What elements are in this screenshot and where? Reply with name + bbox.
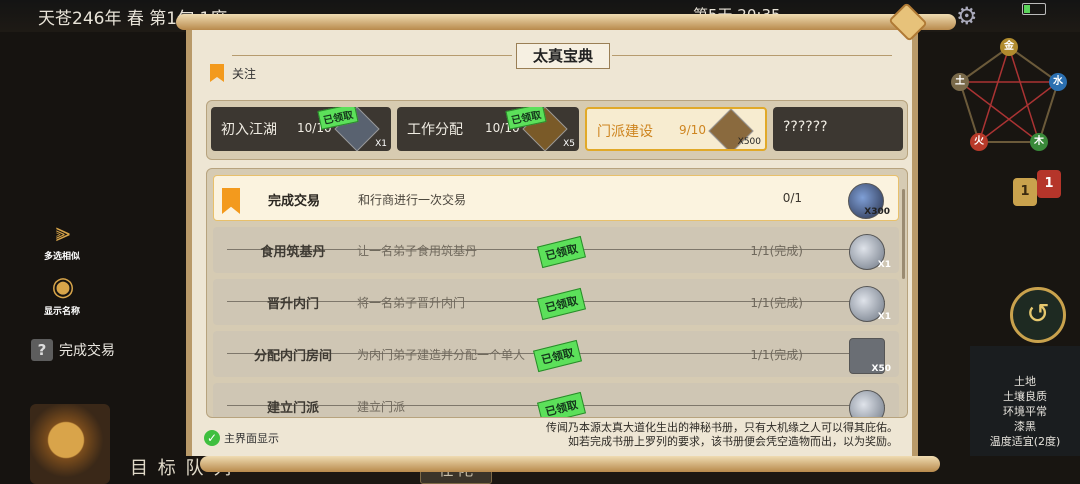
terrain-line: 环境平常 xyxy=(1003,405,1047,418)
show-on-main-toggle[interactable]: ✓ 主界面显示 xyxy=(204,430,279,446)
terrain-line: 土壤良质 xyxy=(1003,390,1047,403)
category-tabs: 初入江湖 10/10 已领取 X1 工作分配 10/10 已领取 X5 门派建设… xyxy=(206,100,908,160)
tab-reward-qty: X5 xyxy=(563,139,575,149)
quest-desc: 建立门派 xyxy=(357,400,406,414)
follow-toggle[interactable]: 关注 xyxy=(210,64,256,82)
tab-locked[interactable]: ?????? xyxy=(773,107,903,151)
quest-desc: 为内门弟子建造并分配一个单人 xyxy=(357,348,526,362)
title-divider-right xyxy=(612,55,892,56)
reward-orb-icon xyxy=(849,390,885,417)
quest-progress: 1/1(完成) xyxy=(750,348,803,362)
gourd-icon[interactable] xyxy=(30,404,110,484)
list-scrollbar[interactable] xyxy=(902,189,905,279)
element-wood: 木 xyxy=(1030,133,1048,151)
bookmark-icon xyxy=(210,64,224,82)
claimed-stamp: 已领取 xyxy=(533,339,582,373)
quest-progress: 1/1(完成) xyxy=(750,296,803,310)
quest-row[interactable]: 建立门派 建立门派 已领取 xyxy=(213,383,899,417)
claimed-stamp: 已领取 xyxy=(537,287,586,321)
description-line: 如若完成书册上罗列的要求，该书册便会凭空造物而出，以为奖励。 xyxy=(568,435,898,448)
quest-progress: 1/1(完成) xyxy=(750,244,803,258)
multi-select-label: 多选相似 xyxy=(43,252,80,262)
element-metal: 金 xyxy=(1000,38,1018,56)
quest-desc: 让一名弟子食用筑基丹 xyxy=(357,244,478,258)
reward-qty: X1 xyxy=(877,260,891,270)
tab-reward-qty: X500 xyxy=(737,137,761,147)
quest-name: 分配内门房间 xyxy=(253,349,332,364)
tab-chu-ru-jiang-hu[interactable]: 初入江湖 10/10 已领取 X1 xyxy=(211,107,391,151)
quest-row[interactable]: 分配内门房间 为内门弟子建造并分配一个单人 已领取 1/1(完成) X50 xyxy=(213,331,899,377)
tab-reward-qty: X1 xyxy=(375,139,387,149)
tab-label: ?????? xyxy=(783,119,828,135)
current-quest-label: 完成交易 xyxy=(59,343,115,359)
quest-row[interactable]: 晋升内门 将一名弟子晋升内门 已领取 1/1(完成) X1 xyxy=(213,279,899,325)
quest-book-panel: 太真宝典 关注 初入江湖 10/10 已领取 X1 工作分配 10/10 已领取… xyxy=(186,22,918,456)
quest-row[interactable]: 食用筑基丹 让一名弟子食用筑基丹 已领取 1/1(完成) X1 xyxy=(213,227,899,273)
claimed-stamp: 已领取 xyxy=(537,391,586,417)
bookmark-icon[interactable] xyxy=(222,188,240,214)
tab-count: 9/10 xyxy=(679,123,706,137)
quest-name: 完成交易 xyxy=(267,194,320,209)
gold-badge[interactable]: 1 xyxy=(1013,178,1037,206)
element-water: 水 xyxy=(1049,73,1067,91)
quest-desc: 将一名弟子晋升内门 xyxy=(357,296,466,310)
red-badge[interactable]: 1 xyxy=(1037,170,1061,198)
reward-qty: X300 xyxy=(864,207,890,217)
quest-row[interactable]: 完成交易 和行商进行一次交易 0/1 X300 xyxy=(213,175,899,221)
quest-desc: 和行商进行一次交易 xyxy=(358,193,467,207)
quest-list: 完成交易 和行商进行一次交易 0/1 X300 食用筑基丹 让一名弟子食用筑基丹… xyxy=(206,168,908,418)
gear-icon[interactable]: ⚙ xyxy=(956,2,978,30)
back-arrow-icon: ↺ xyxy=(1026,297,1050,330)
quest-progress: 0/1 xyxy=(782,191,802,205)
back-button[interactable]: ↺ xyxy=(1010,287,1066,343)
battery-icon xyxy=(1022,3,1046,15)
quest-name: 建立门派 xyxy=(266,401,319,416)
follow-label: 关注 xyxy=(232,66,257,81)
scroll-rod-top xyxy=(176,14,956,30)
tab-label: 工作分配 xyxy=(407,122,463,138)
terrain-line: 温度适宜(2度) xyxy=(989,435,1061,448)
tab-label: 初入江湖 xyxy=(221,122,277,138)
quest-name: 食用筑基丹 xyxy=(260,245,326,260)
five-elements-wheel: 金 水 木 火 土 xyxy=(946,36,1074,154)
tab-men-pai-jian-she[interactable]: 门派建设 9/10 X500 xyxy=(585,107,767,151)
panel-title: 太真宝典 xyxy=(516,43,610,69)
tab-label: 门派建设 xyxy=(597,124,653,140)
tab-gong-zuo-fen-pei[interactable]: 工作分配 10/10 已领取 X5 xyxy=(397,107,579,151)
terrain-info: 土地 土壤良质 环境平常 漆黑 温度适宜(2度) xyxy=(970,346,1080,456)
show-names-label: 显示名称 xyxy=(43,307,80,317)
current-quest-tracker[interactable]: ? 完成交易 xyxy=(31,337,115,363)
checkmark-icon: ✓ xyxy=(204,430,220,446)
description-line: 传闻乃本源太真大道化生出的神秘书册，只有大机缘之人可以得其庇佑。 xyxy=(546,421,898,434)
reward-qty: X50 xyxy=(871,364,891,374)
quest-name: 晋升内门 xyxy=(266,297,319,312)
book-description: 传闻乃本源太真大道化生出的神秘书册，只有大机缘之人可以得其庇佑。 如若完成书册上… xyxy=(488,421,898,449)
multi-select-icon[interactable]: ⫸ xyxy=(38,218,88,249)
reward-qty: X1 xyxy=(877,312,891,322)
element-earth: 土 xyxy=(951,73,969,91)
terrain-line: 漆黑 xyxy=(1014,420,1036,433)
title-divider-left xyxy=(232,55,512,56)
terrain-line: 土地 xyxy=(1014,375,1036,388)
show-on-main-label: 主界面显示 xyxy=(224,432,279,445)
eye-icon[interactable]: ◉ xyxy=(38,272,88,302)
claimed-stamp: 已领取 xyxy=(537,235,586,269)
element-fire: 火 xyxy=(970,133,988,151)
question-icon: ? xyxy=(31,339,53,361)
scroll-rod-bottom xyxy=(200,456,940,472)
